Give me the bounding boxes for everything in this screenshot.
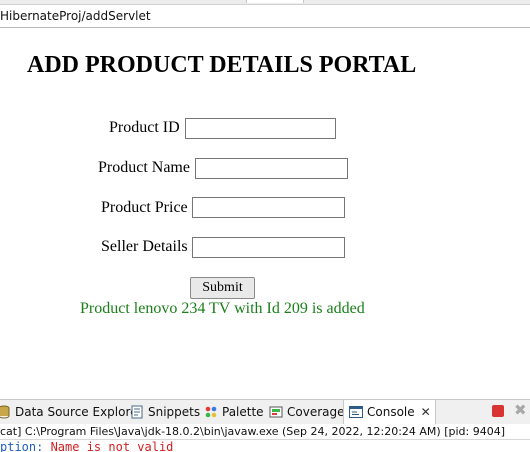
address-bar[interactable]: HibernateProj/addServlet xyxy=(0,4,530,28)
eclipse-view-tabs: Data Source Explorer Snippets Palette Co… xyxy=(0,399,530,424)
tab-label: Console xyxy=(367,405,415,419)
remove-launch-icon[interactable]: ✖ xyxy=(514,401,527,419)
address-url[interactable]: HibernateProj/addServlet xyxy=(0,9,151,23)
browser-tab[interactable] xyxy=(246,0,304,3)
web-page: ADD PRODUCT DETAILS PORTAL Product ID Pr… xyxy=(0,28,530,394)
submit-button[interactable]: Submit xyxy=(190,277,255,299)
product-id-input[interactable] xyxy=(185,118,336,139)
tab-snippets[interactable]: Snippets xyxy=(129,400,200,424)
console-error-text: Name is not valid xyxy=(50,440,174,452)
tab-data-source-explorer[interactable]: Data Source Explorer xyxy=(0,400,142,424)
tab-palette[interactable]: Palette xyxy=(203,400,264,424)
tab-label: Palette xyxy=(222,405,264,419)
product-name-input[interactable] xyxy=(195,158,348,179)
console-icon xyxy=(348,404,364,420)
tab-label: Snippets xyxy=(148,405,201,419)
coverage-icon xyxy=(268,404,284,420)
palette-icon xyxy=(203,404,219,420)
page-title: ADD PRODUCT DETAILS PORTAL xyxy=(27,52,417,78)
tab-label: Coverage xyxy=(287,405,345,419)
database-icon xyxy=(0,404,12,420)
terminate-icon[interactable] xyxy=(492,405,504,417)
snippets-icon xyxy=(129,404,145,420)
tab-console[interactable]: Console ✕ xyxy=(343,400,436,424)
console-exception-text: ption: xyxy=(0,440,51,452)
console-process-path: cat] C:\Program Files\Java\jdk-18.0.2\bi… xyxy=(0,424,530,440)
product-id-label: Product ID xyxy=(109,119,180,136)
close-icon[interactable]: ✕ xyxy=(421,400,431,424)
tab-label: Data Source Explorer xyxy=(15,405,143,419)
console-output-line: ption: Name is not valid xyxy=(0,440,530,452)
seller-details-label: Seller Details xyxy=(101,238,188,255)
product-price-input[interactable] xyxy=(192,197,345,218)
tab-coverage[interactable]: Coverage xyxy=(268,400,345,424)
product-name-label: Product Name xyxy=(98,159,190,176)
seller-details-input[interactable] xyxy=(192,237,345,258)
success-message: Product lenovo 234 TV with Id 209 is add… xyxy=(80,300,365,317)
product-price-label: Product Price xyxy=(101,199,188,216)
